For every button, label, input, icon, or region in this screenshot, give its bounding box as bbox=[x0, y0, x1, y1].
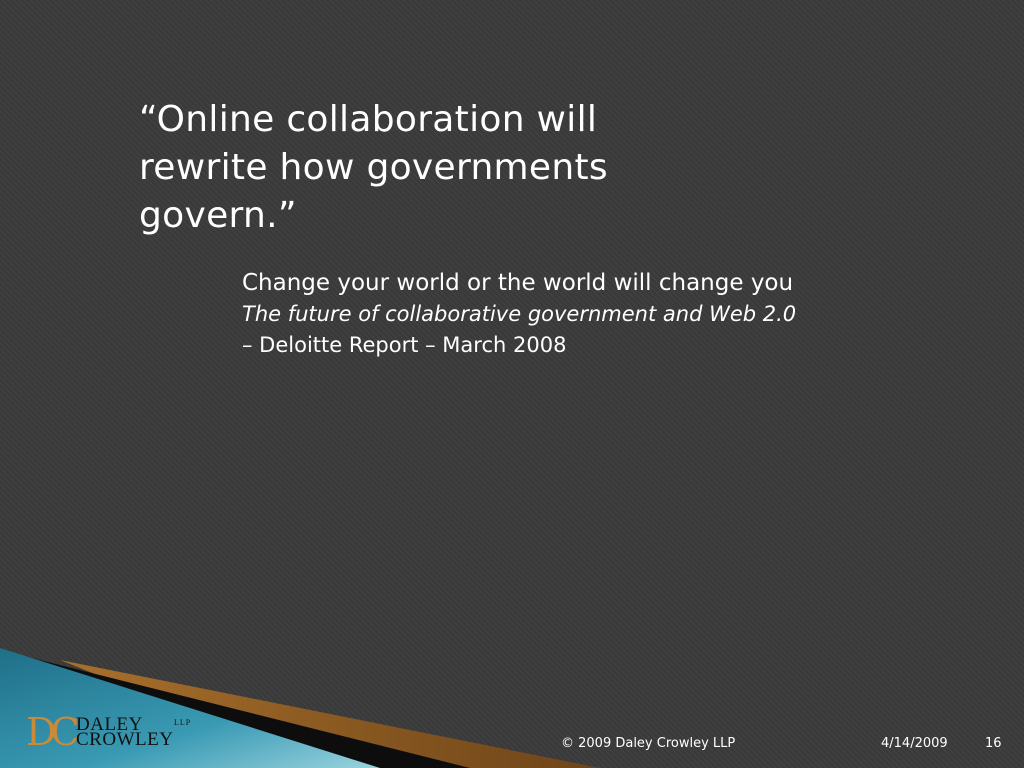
slide: “Online collaboration will rewrite how g… bbox=[0, 0, 1024, 768]
footer-copyright: © 2009 Daley Crowley LLP bbox=[561, 736, 736, 751]
company-logo: DC DALEY CROWLEY LLP bbox=[26, 710, 190, 754]
logo-mark: DC bbox=[26, 710, 79, 754]
footer-date: 4/14/2009 bbox=[881, 736, 948, 751]
logo-name-line-2: CROWLEY bbox=[76, 729, 174, 750]
logo-suffix: LLP bbox=[174, 718, 192, 727]
slide-number: 16 bbox=[985, 736, 1002, 751]
bottom-swoosh-decoration bbox=[0, 648, 600, 768]
